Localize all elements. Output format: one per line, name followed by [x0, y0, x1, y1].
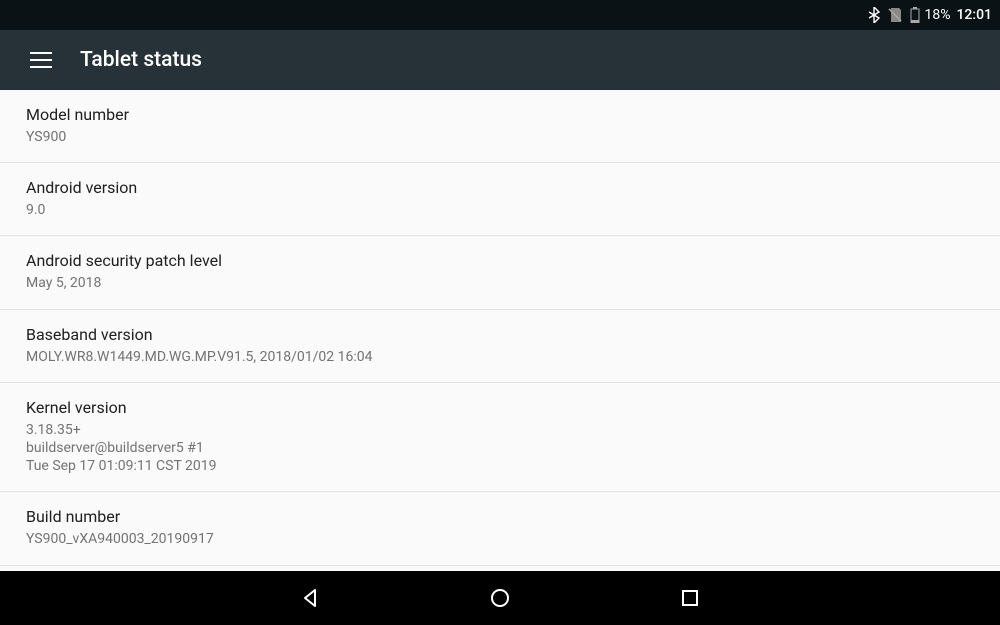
row-label: Build number — [26, 507, 974, 526]
row-android-version[interactable]: Android version 9.0 — [0, 163, 1000, 236]
recents-button[interactable] — [670, 578, 710, 618]
row-model-number[interactable]: Model number YS900 — [0, 90, 1000, 163]
page-title: Tablet status — [80, 48, 202, 72]
menu-icon[interactable] — [30, 52, 52, 68]
row-kernel-version[interactable]: Kernel version 3.18.35+ buildserver@buil… — [0, 383, 1000, 493]
row-value: May 5, 2018 — [26, 274, 974, 292]
row-label: Model number — [26, 105, 974, 124]
battery-percent: 18% — [924, 7, 950, 23]
row-label: Android version — [26, 178, 974, 197]
row-baseband-version[interactable]: Baseband version MOLY.WR8.W1449.MD.WG.MP… — [0, 310, 1000, 383]
row-security-patch[interactable]: Android security patch level May 5, 2018 — [0, 236, 1000, 309]
navigation-bar — [0, 571, 1000, 625]
app-bar: Tablet status — [0, 30, 1000, 90]
row-label: Baseband version — [26, 325, 974, 344]
row-value: YS900 — [26, 128, 974, 146]
back-button[interactable] — [290, 578, 330, 618]
row-value: MOLY.WR8.W1449.MD.WG.MP.V91.5, 2018/01/0… — [26, 348, 974, 366]
row-value: 3.18.35+ buildserver@buildserver5 #1 Tue… — [26, 421, 974, 476]
content-list[interactable]: Model number YS900 Android version 9.0 A… — [0, 90, 1000, 571]
row-value: 9.0 — [26, 201, 974, 219]
battery-icon — [910, 7, 920, 23]
no-sim-icon — [888, 7, 902, 23]
home-button[interactable] — [480, 578, 520, 618]
row-label: Kernel version — [26, 398, 974, 417]
row-value: YS900_vXA940003_20190917 — [26, 530, 974, 548]
row-label: Android security patch level — [26, 251, 974, 270]
row-build-number[interactable]: Build number YS900_vXA940003_20190917 — [0, 492, 1000, 565]
bluetooth-icon — [868, 7, 880, 23]
clock: 12:01 — [956, 7, 992, 23]
status-bar: 18% 12:01 — [0, 0, 1000, 30]
